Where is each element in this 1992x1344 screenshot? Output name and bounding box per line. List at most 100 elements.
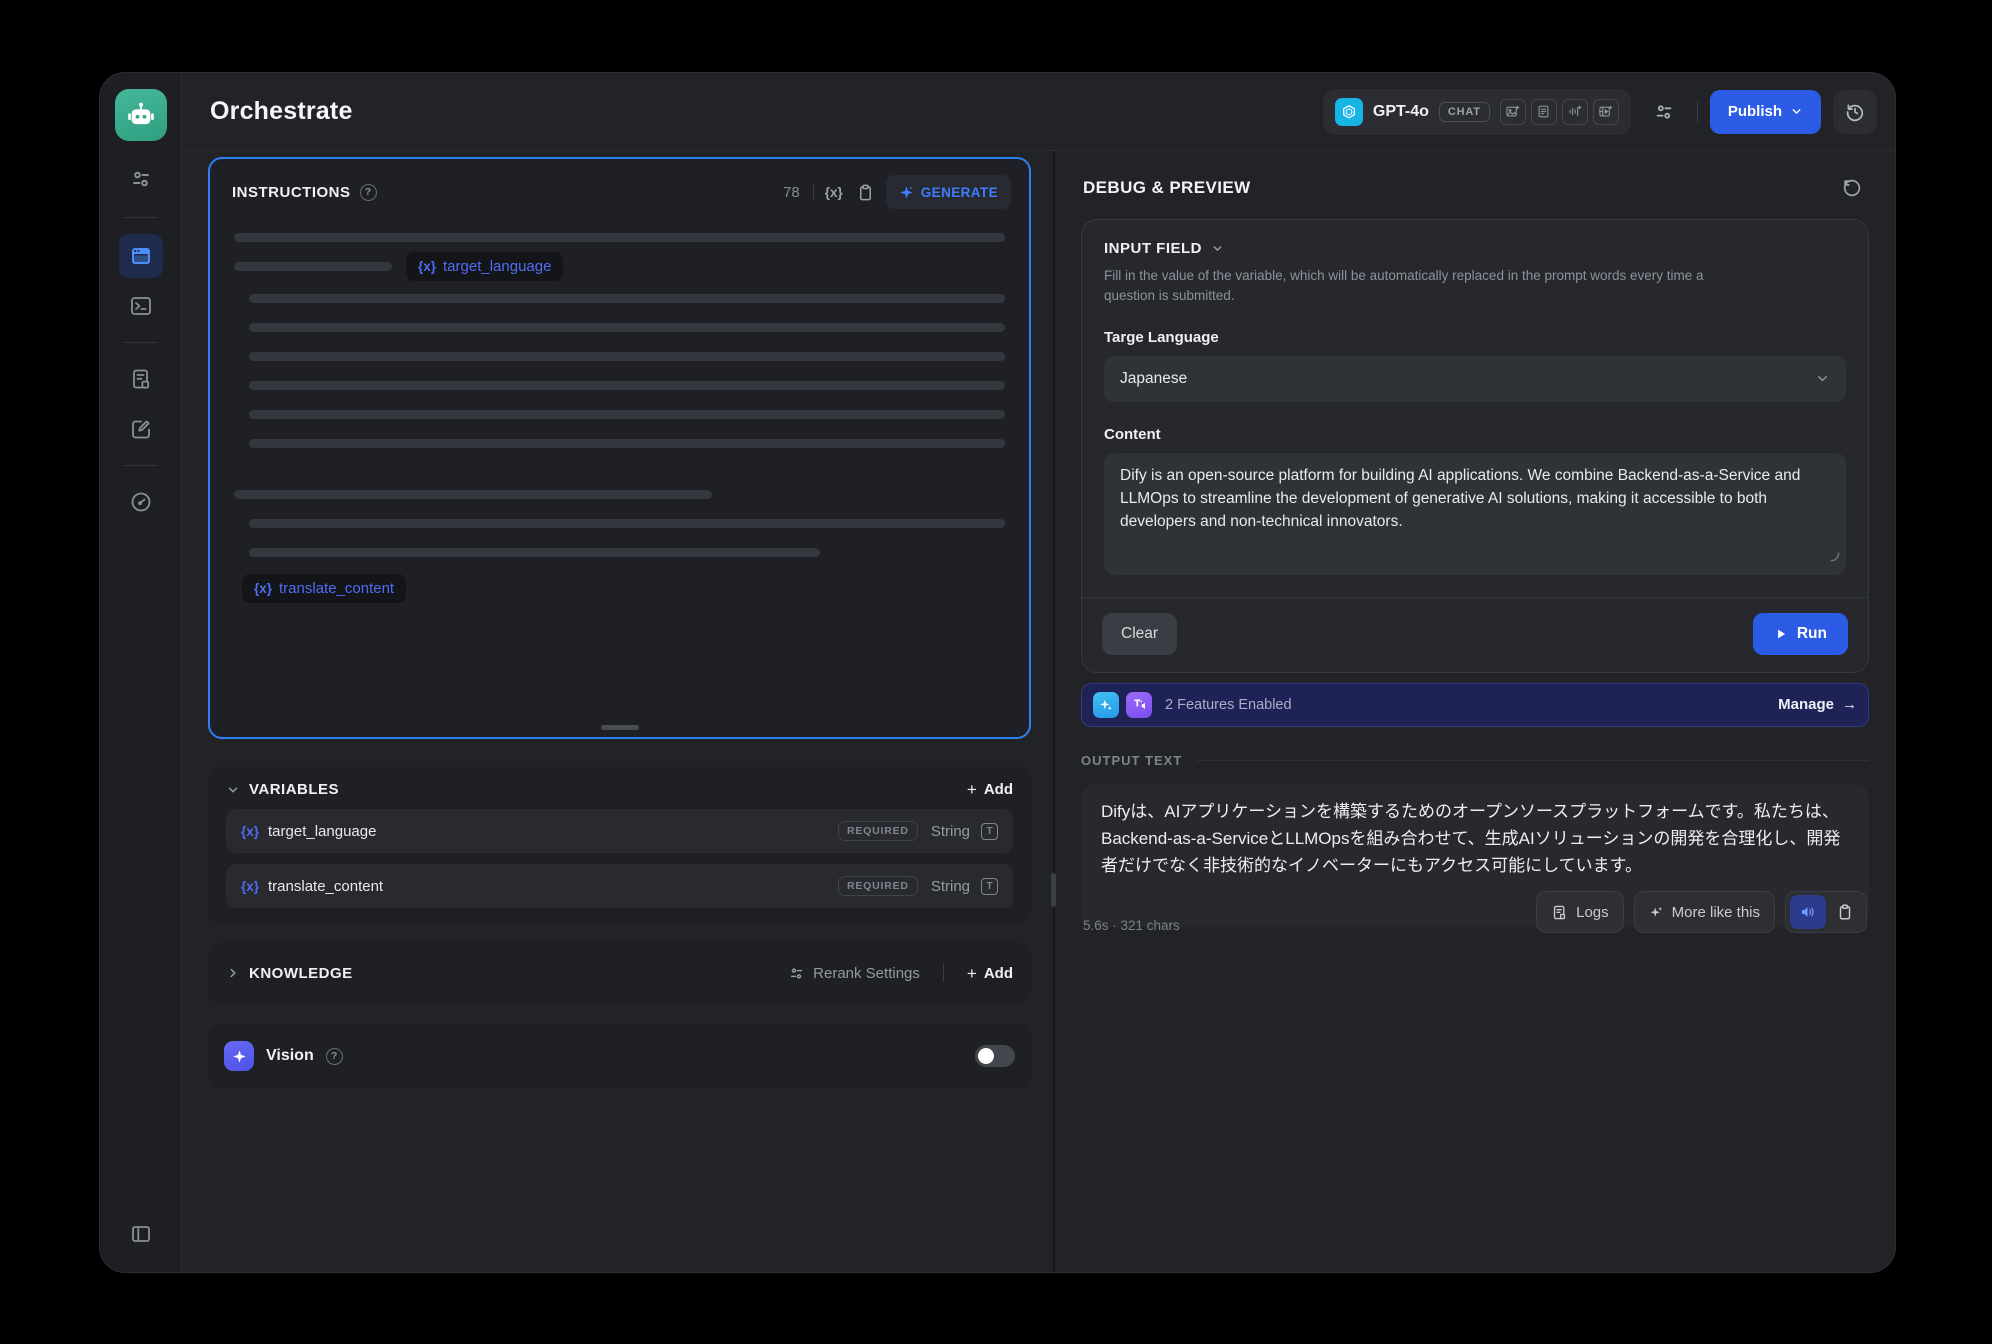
publish-button[interactable]: Publish — [1710, 90, 1821, 134]
vision-help-icon[interactable]: ? — [326, 1048, 343, 1065]
features-enabled-bar[interactable]: 2 Features Enabled Manage → — [1081, 683, 1869, 727]
sidebar-item-logs[interactable] — [119, 357, 163, 401]
clear-button[interactable]: Clear — [1102, 613, 1177, 655]
skeleton-line — [249, 352, 1005, 361]
insert-variable-button[interactable]: {x} — [823, 183, 845, 202]
knowledge-divider — [943, 964, 944, 982]
variable-row-target-language[interactable]: {x} target_language REQUIRED String T — [226, 809, 1013, 853]
chevron-down-icon[interactable] — [226, 783, 240, 797]
textarea-resize-icon[interactable] — [1829, 546, 1840, 569]
variable-tag-target-language[interactable]: {x} target_language — [406, 252, 563, 281]
toolbar-divider — [813, 184, 814, 200]
variable-braces-icon: {x} — [241, 879, 259, 894]
generate-label: GENERATE — [921, 185, 998, 200]
top-header: Orchestrate GPT-4o CHAT — [182, 73, 1895, 151]
skeleton-line — [234, 262, 392, 271]
more-like-this-button[interactable]: More like this — [1634, 891, 1775, 933]
app-logo-robot-icon[interactable] — [115, 89, 167, 141]
plus-icon: + — [967, 965, 977, 982]
input-field-description: Fill in the value of the variable, which… — [1104, 266, 1724, 307]
tune-sliders-icon — [1653, 101, 1675, 123]
skeleton-line — [249, 323, 1005, 332]
model-mode-badge: CHAT — [1439, 102, 1490, 122]
content-label: Content — [1104, 426, 1846, 443]
audio-capability-icon — [1562, 99, 1588, 125]
sidebar-divider — [124, 217, 158, 218]
sidebar-item-settings[interactable] — [119, 157, 163, 201]
vision-toggle[interactable] — [975, 1045, 1015, 1067]
model-parameters-button[interactable] — [1643, 91, 1685, 133]
variable-braces-icon: {x} — [254, 581, 272, 596]
text-to-speech-feature-icon — [1126, 692, 1152, 718]
add-variable-button[interactable]: + Add — [967, 781, 1013, 798]
model-capabilities — [1500, 99, 1619, 125]
vision-feature-icon — [224, 1041, 254, 1071]
skeleton-line — [234, 490, 712, 499]
sparkle-icon — [899, 185, 914, 200]
variables-section: VARIABLES + Add {x} target_language REQU… — [208, 767, 1031, 924]
collapse-panel-icon — [129, 1222, 153, 1246]
play-icon — [1774, 627, 1788, 641]
sidebar-collapse-button[interactable] — [119, 1212, 163, 1256]
input-field-title: INPUT FIELD — [1104, 240, 1202, 257]
chevron-right-icon[interactable] — [226, 966, 240, 980]
sidebar-divider — [124, 465, 158, 466]
variables-title: VARIABLES — [249, 781, 339, 798]
instructions-editor[interactable]: INSTRUCTIONS ? 78 {x} — [208, 157, 1031, 739]
sidebar-item-terminal[interactable] — [119, 284, 163, 328]
auto-generate-feature-icon — [1093, 692, 1119, 718]
manage-features-button[interactable]: Manage → — [1778, 696, 1857, 713]
page-title: Orchestrate — [210, 97, 1311, 126]
variable-row-translate-content[interactable]: {x} translate_content REQUIRED String T — [226, 864, 1013, 908]
logs-button[interactable]: Logs — [1536, 891, 1624, 933]
content-textarea[interactable]: Dify is an open-source platform for buil… — [1104, 453, 1846, 575]
string-type-icon: T — [981, 878, 998, 895]
required-badge: REQUIRED — [838, 876, 918, 896]
variable-tag-translate-content[interactable]: {x} translate_content — [242, 574, 406, 603]
generate-button[interactable]: GENERATE — [886, 175, 1011, 209]
required-badge: REQUIRED — [838, 821, 918, 841]
instructions-resize-handle[interactable] — [601, 725, 639, 730]
arrow-right-icon: → — [1842, 696, 1857, 713]
input-field-card: INPUT FIELD Fill in the value of the var… — [1081, 219, 1869, 673]
panel-splitter — [1053, 151, 1055, 1272]
add-knowledge-button[interactable]: + Add — [967, 965, 1013, 982]
skeleton-line — [249, 519, 1005, 528]
instructions-help-icon[interactable]: ? — [360, 184, 377, 201]
play-audio-button[interactable] — [1790, 895, 1826, 929]
header-divider — [1697, 101, 1698, 123]
sidebar-item-orchestrate[interactable] — [119, 234, 163, 278]
model-name: GPT-4o — [1373, 103, 1429, 121]
logs-document-icon — [1551, 904, 1568, 921]
output-text-label: OUTPUT TEXT — [1081, 753, 1182, 768]
gauge-icon — [129, 490, 153, 514]
output-rule — [1196, 760, 1869, 761]
instructions-char-count: 78 — [783, 184, 800, 201]
copy-prompt-button[interactable] — [854, 181, 877, 204]
plus-icon: + — [967, 781, 977, 798]
copy-output-button[interactable] — [1828, 895, 1862, 929]
rerank-settings-button[interactable]: Rerank Settings — [788, 965, 920, 982]
sidebar-item-monitoring[interactable] — [119, 480, 163, 524]
speaker-icon — [1799, 903, 1817, 921]
app-window-icon — [129, 244, 153, 268]
output-audio-actions — [1785, 891, 1867, 933]
panel-splitter-handle[interactable] — [1051, 873, 1056, 907]
knowledge-title: KNOWLEDGE — [249, 965, 353, 982]
variable-braces-icon: {x} — [241, 824, 259, 839]
history-clock-icon — [1844, 101, 1866, 123]
target-language-select[interactable]: Japanese — [1104, 356, 1846, 402]
version-history-button[interactable] — [1833, 90, 1877, 134]
restart-debug-button[interactable] — [1837, 173, 1867, 203]
skeleton-line — [249, 439, 1005, 448]
robot-icon — [125, 99, 157, 131]
video-capability-icon — [1593, 99, 1619, 125]
features-enabled-label: 2 Features Enabled — [1165, 697, 1771, 713]
run-button[interactable]: Run — [1753, 613, 1848, 655]
input-field-collapse[interactable]: INPUT FIELD — [1104, 240, 1846, 257]
model-selector[interactable]: GPT-4o CHAT — [1323, 89, 1631, 135]
vision-capability-icon — [1500, 99, 1526, 125]
sidebar-item-annotation[interactable] — [119, 407, 163, 451]
document-list-icon — [129, 367, 153, 391]
chevron-down-icon — [1211, 242, 1224, 255]
